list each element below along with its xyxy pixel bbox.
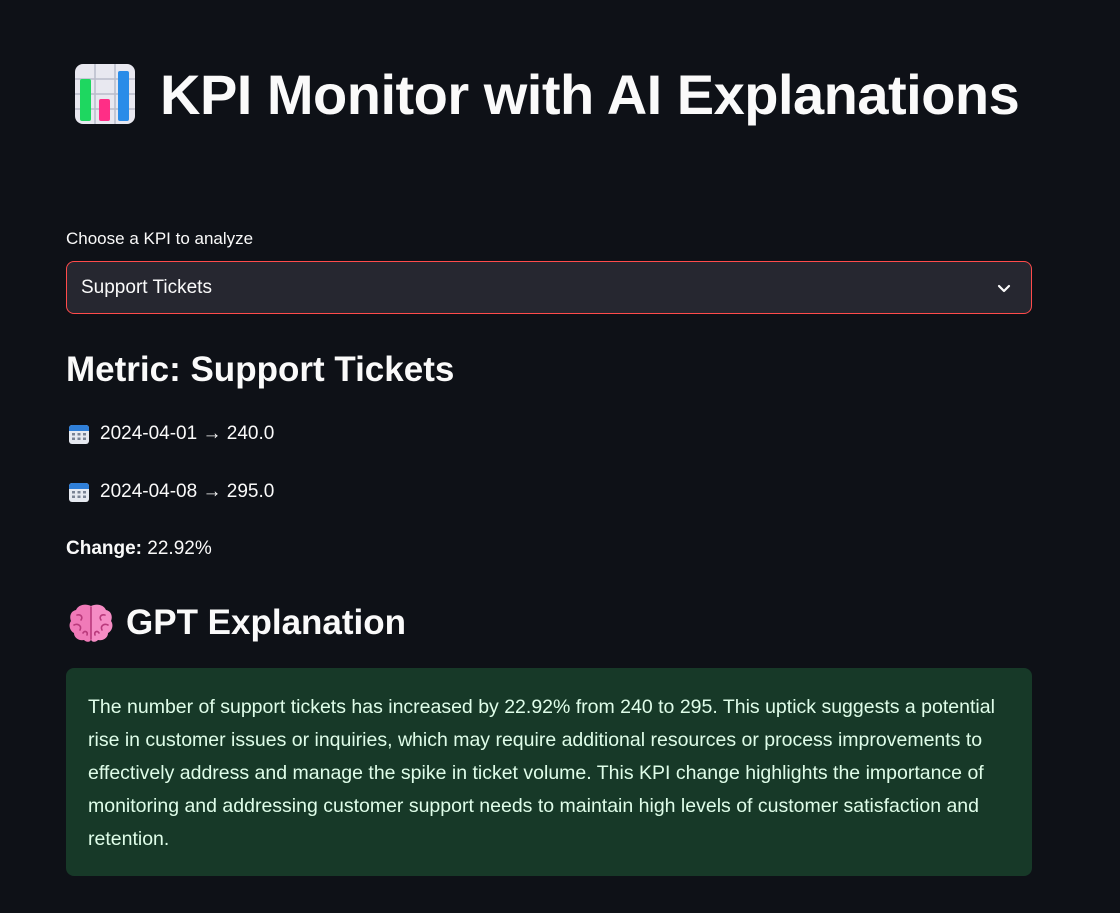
explanation-text: The number of support tickets has increa…	[88, 696, 995, 850]
metric-heading: Metric: Support Tickets	[66, 350, 455, 389]
brain-icon	[69, 604, 113, 642]
calendar-icon	[69, 483, 89, 502]
bar-chart-emoji-icon	[75, 64, 135, 124]
metric-row-text: 2024-04-08 → 295.0	[100, 481, 275, 502]
chevron-down-icon[interactable]	[995, 279, 1013, 297]
change-label: Change:	[66, 538, 142, 559]
app-main: KPI Monitor with AI Explanations Choose …	[0, 0, 1120, 913]
change-value: 22.92%	[142, 538, 212, 559]
title-row: KPI Monitor with AI Explanations	[74, 56, 1020, 132]
metric-row: 2024-04-01 → 240.0	[68, 423, 274, 445]
kpi-select[interactable]: Support Tickets	[66, 261, 1032, 314]
explanation-heading: GPT Explanation	[126, 603, 407, 642]
kpi-select-value: Support Tickets	[81, 276, 212, 298]
metric-row: 2024-04-08 → 295.0	[68, 481, 274, 503]
calendar-icon	[69, 425, 89, 444]
change-row: Change: 22.92%	[66, 538, 212, 560]
metric-row-text: 2024-04-01 → 240.0	[100, 423, 275, 444]
explanation-heading-row: GPT Explanation	[68, 598, 406, 648]
kpi-select-label: Choose a KPI to analyze	[66, 229, 254, 248]
explanation-box: The number of support tickets has increa…	[66, 668, 1032, 876]
page-title: KPI Monitor with AI Explanations	[160, 62, 1020, 126]
